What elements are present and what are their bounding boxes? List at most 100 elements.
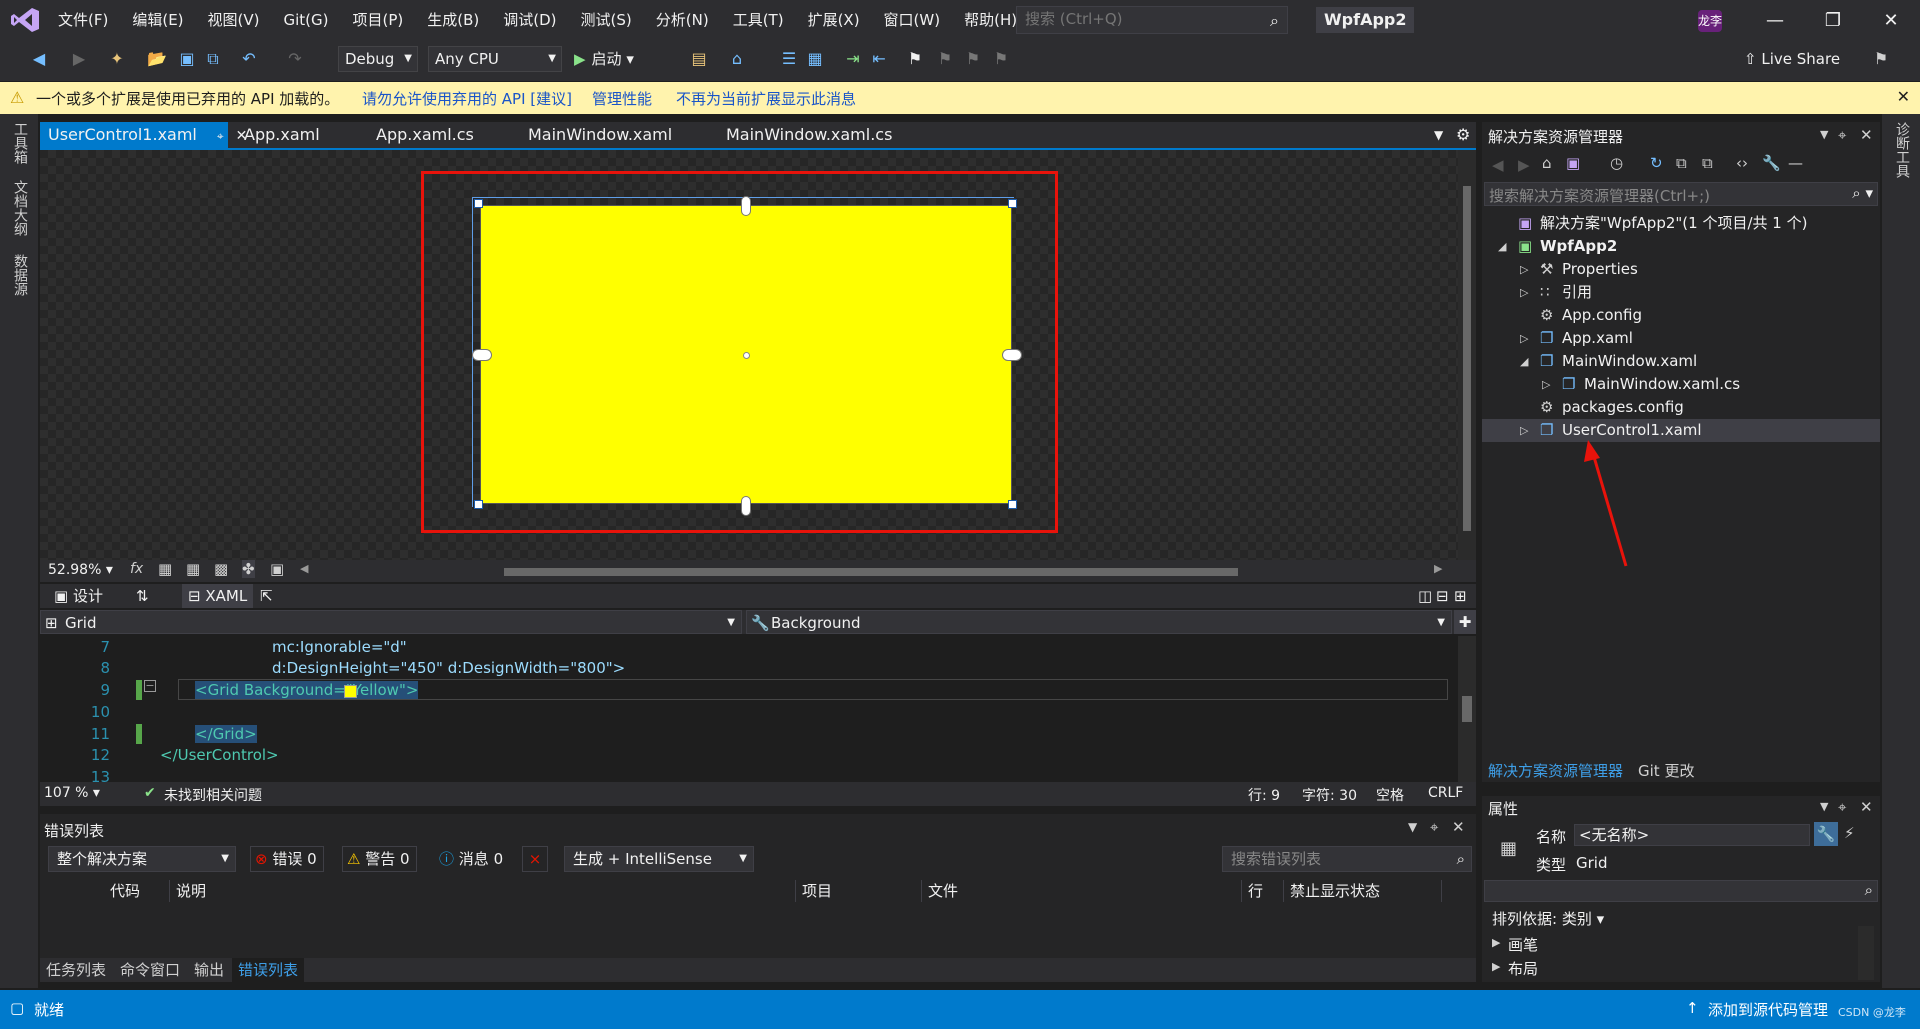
- infobar-link-manage-performance[interactable]: 管理性能: [592, 88, 652, 109]
- column-code[interactable]: 代码: [104, 880, 170, 902]
- solution-tree-item[interactable]: ▣ 解决方案"WpfApp2"(1 个项目/共 1 个): [1482, 212, 1880, 235]
- close-icon[interactable]: ✕: [1860, 126, 1873, 144]
- snap-lines-icon[interactable]: ✤: [242, 560, 255, 578]
- toolbar-layout-icon[interactable]: ☰: [778, 48, 800, 70]
- menu-window[interactable]: 窗口(W): [872, 0, 953, 41]
- device-icon[interactable]: ▣: [270, 560, 284, 578]
- show-all-files-icon[interactable]: ⧉: [1702, 154, 1713, 172]
- redo-icon[interactable]: ↷: [284, 48, 306, 70]
- back-icon[interactable]: ◀: [1492, 156, 1504, 174]
- collapse-pane-icon[interactable]: ⊞: [1454, 584, 1467, 608]
- global-search-input[interactable]: [1017, 7, 1263, 31]
- rail-tab-data-sources[interactable]: 数据源: [10, 254, 30, 296]
- checkerboard-icon[interactable]: ▩: [214, 560, 228, 578]
- scroll-thumb[interactable]: [1462, 696, 1472, 722]
- issues-status[interactable]: 未找到相关问题: [164, 785, 262, 805]
- scroll-right-icon[interactable]: ▶: [1434, 562, 1442, 575]
- column-suppression-state[interactable]: 禁止显示状态: [1284, 880, 1442, 902]
- save-icon[interactable]: ▣: [176, 48, 198, 70]
- popout-icon[interactable]: ⇱: [260, 584, 273, 608]
- solution-tree-item[interactable]: ◢ ❐ MainWindow.xaml: [1482, 350, 1880, 373]
- scroll-thumb[interactable]: [1463, 186, 1471, 531]
- menu-git[interactable]: Git(G): [272, 0, 341, 41]
- swap-panes-icon[interactable]: ⇅: [136, 584, 149, 608]
- preview-icon[interactable]: —: [1788, 154, 1803, 172]
- zoom-select[interactable]: 52.98% ▾: [48, 562, 113, 578]
- horizontal-split-icon[interactable]: ⊟: [1436, 584, 1449, 608]
- element-scope-select[interactable]: ⊞ Grid ▼: [40, 610, 742, 634]
- whitespace-indicator[interactable]: 空格: [1376, 785, 1404, 805]
- home-icon[interactable]: ⌂: [1542, 154, 1552, 172]
- avatar[interactable]: 龙李: [1698, 10, 1722, 32]
- tab-git-changes[interactable]: Git 更改: [1638, 760, 1694, 781]
- collapsed-arrow-icon[interactable]: ▷: [1520, 419, 1528, 442]
- switch-views-icon[interactable]: ▣: [1566, 154, 1580, 172]
- collapse-region-icon[interactable]: −: [144, 680, 156, 692]
- pending-changes-icon[interactable]: ◷: [1610, 154, 1623, 172]
- pin-icon[interactable]: ⌖: [1838, 126, 1846, 144]
- prev-bookmark-icon[interactable]: ⚑: [934, 48, 956, 70]
- filter-icon[interactable]: ⨯: [522, 846, 548, 872]
- rail-tab-toolbox[interactable]: 工具箱: [10, 122, 30, 164]
- resize-handle-top[interactable]: [741, 196, 751, 216]
- bookmark-icon[interactable]: ⚑: [904, 48, 926, 70]
- expanded-arrow-icon[interactable]: ◢: [1520, 350, 1528, 373]
- column-description[interactable]: 说明: [170, 880, 796, 902]
- search-icon[interactable]: ⌕: [1270, 11, 1279, 31]
- tab-error-list[interactable]: 错误列表: [232, 958, 305, 982]
- close-icon[interactable]: ✕: [1452, 818, 1465, 836]
- sort-by-select[interactable]: 排列依据: 类别 ▾: [1492, 908, 1604, 929]
- editor-vertical-scrollbar[interactable]: [1458, 636, 1476, 782]
- tab-mainwindow-xaml-cs[interactable]: MainWindow.xaml.cs: [726, 122, 892, 148]
- clear-bookmarks-icon[interactable]: ⚑: [990, 48, 1012, 70]
- editor-zoom-select[interactable]: 107 % ▾: [44, 785, 100, 801]
- menu-edit[interactable]: 编辑(E): [120, 0, 195, 41]
- collapsed-arrow-icon[interactable]: ▷: [1542, 373, 1550, 396]
- folder-icon[interactable]: ▤: [688, 48, 710, 70]
- designer-vertical-scrollbar[interactable]: [1458, 150, 1476, 560]
- grid-icon[interactable]: ▦: [158, 560, 172, 578]
- rail-tab-diagnostic-tools[interactable]: 诊断工具: [1892, 122, 1912, 178]
- resize-handle-left[interactable]: [472, 349, 492, 361]
- panel-menu-icon[interactable]: ▼: [1408, 820, 1417, 834]
- error-search-box[interactable]: 搜索错误列表 ⌕: [1222, 846, 1472, 872]
- infobar-link-dont-show[interactable]: 不再为当前扩展显示此消息: [676, 88, 856, 109]
- next-bookmark-icon[interactable]: ⚑: [962, 48, 984, 70]
- navigate-forward-icon[interactable]: ▶: [68, 48, 90, 70]
- feedback-icon[interactable]: ⚑: [1870, 48, 1892, 70]
- tab-xaml[interactable]: ⊟ XAML: [182, 584, 254, 608]
- collapse-all-icon[interactable]: ⧉: [1676, 154, 1687, 172]
- expanded-arrow-icon[interactable]: ◢: [1498, 235, 1506, 258]
- errors-filter-button[interactable]: ⊗ 错误 0: [250, 846, 324, 872]
- view-code-icon[interactable]: ‹›: [1736, 154, 1748, 172]
- category-brush[interactable]: 画笔: [1508, 934, 1538, 955]
- property-search-box[interactable]: ⌕: [1484, 880, 1878, 902]
- name-input[interactable]: <无名称>: [1574, 824, 1810, 846]
- gear-icon[interactable]: ⚙: [1456, 122, 1470, 148]
- tab-task-list[interactable]: 任务列表: [46, 958, 106, 982]
- add-to-source-control-button[interactable]: 添加到源代码管理: [1708, 999, 1828, 1020]
- warnings-filter-button[interactable]: ⚠ 警告 0: [342, 846, 417, 872]
- start-debugging-button[interactable]: ▶ 启动 ▾: [574, 46, 634, 72]
- properties-wrench-icon[interactable]: 🔧: [1814, 822, 1838, 846]
- solution-tree-item[interactable]: ▷ ❐ MainWindow.xaml.cs: [1482, 373, 1880, 396]
- column-line[interactable]: 行: [1242, 880, 1284, 902]
- menu-project[interactable]: 项目(P): [341, 0, 416, 41]
- configuration-select[interactable]: Debug ▼: [338, 46, 418, 72]
- member-select[interactable]: 🔧 Background ▼: [746, 610, 1452, 634]
- category-layout[interactable]: 布局: [1508, 958, 1538, 979]
- tab-design[interactable]: ▣ 设计: [54, 584, 103, 608]
- menu-extensions[interactable]: 扩展(X): [796, 0, 872, 41]
- messages-filter-button[interactable]: ⓘ 消息 0: [434, 846, 510, 872]
- menu-analyze[interactable]: 分析(N): [644, 0, 721, 41]
- expand-arrow-icon[interactable]: ▶: [1492, 936, 1500, 949]
- build-filter-select[interactable]: 生成 + IntelliSense ▼: [564, 846, 754, 872]
- properties-scrollbar[interactable]: [1858, 926, 1874, 980]
- menu-tools[interactable]: 工具(T): [721, 0, 796, 41]
- solution-search-box[interactable]: 搜索解决方案资源管理器(Ctrl+;) ⌕ ▾: [1484, 182, 1878, 206]
- pin-icon[interactable]: ⌖: [1838, 798, 1846, 816]
- visual-studio-logo-icon[interactable]: [10, 7, 40, 33]
- close-icon[interactable]: ✕: [1860, 798, 1873, 816]
- color-swatch-yellow[interactable]: [344, 685, 357, 698]
- tab-usercontrol1-xaml[interactable]: UserControl1.xaml ⌖ ✕: [40, 122, 247, 148]
